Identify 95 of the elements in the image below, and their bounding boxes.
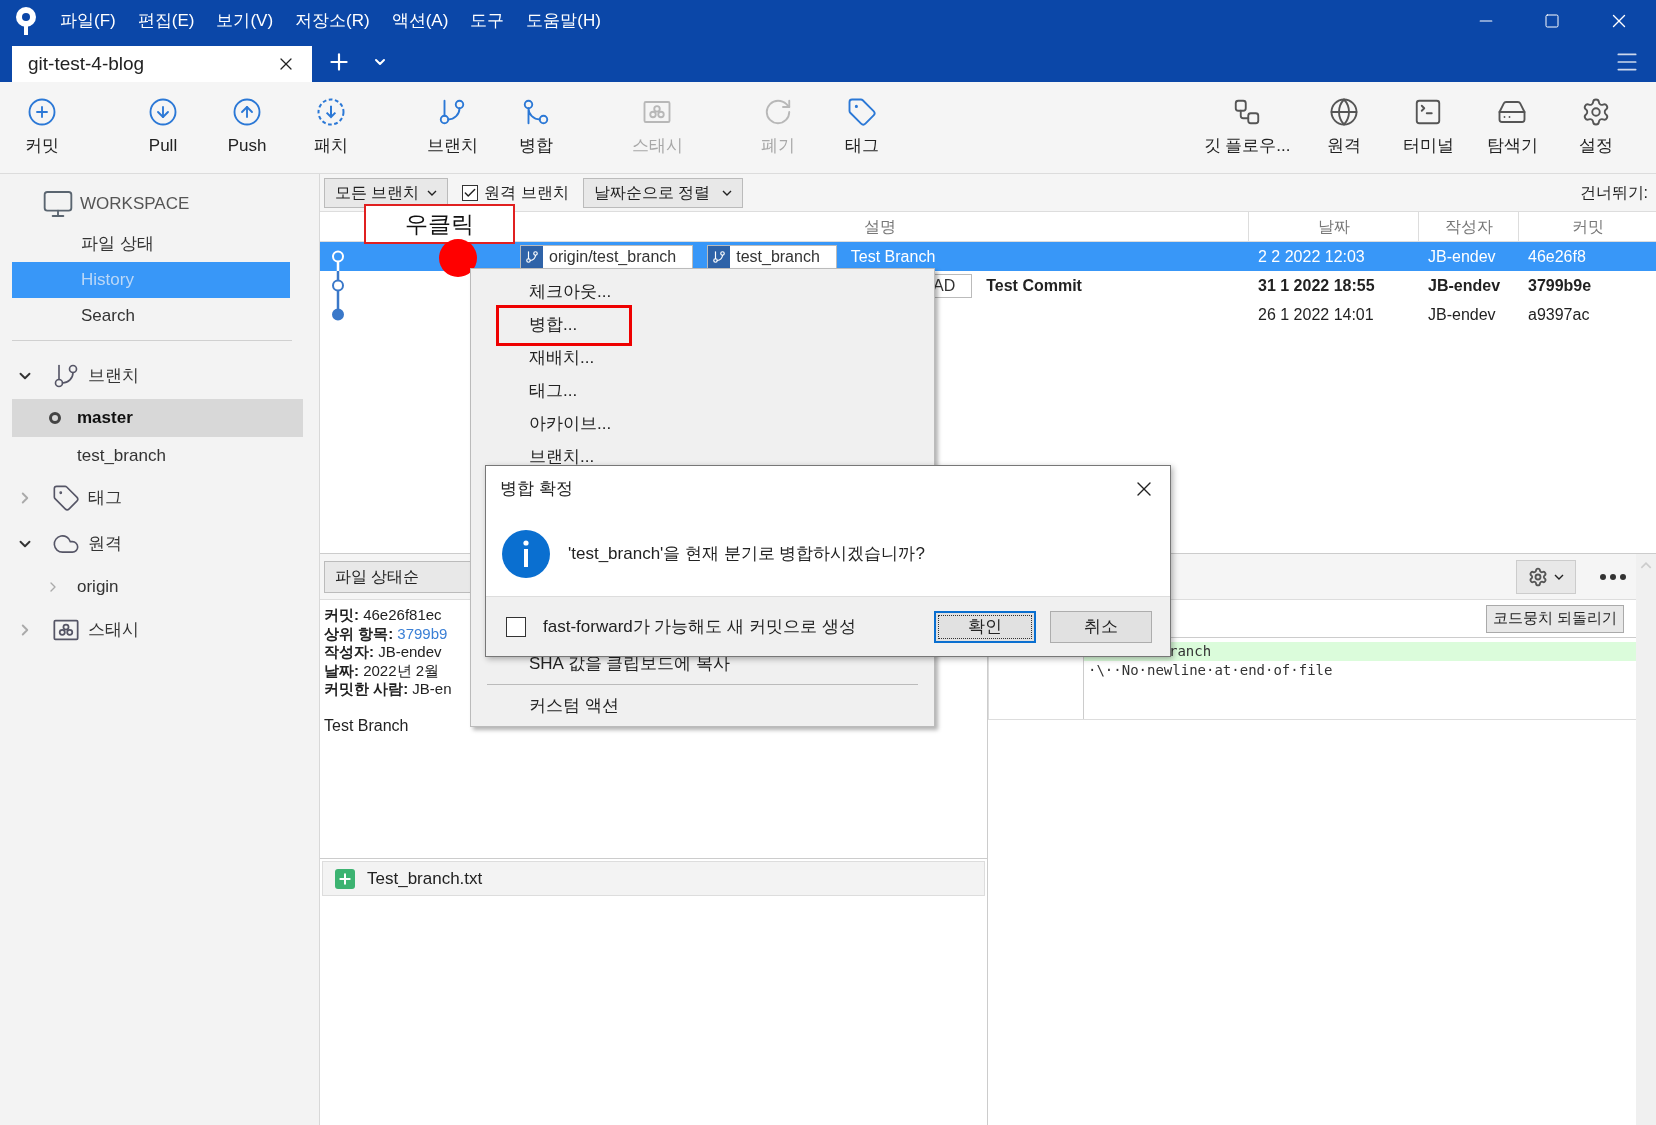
remote-branches-checkbox[interactable]: 원격 브랜치 [462,180,569,205]
toolbar-button[interactable]: 브랜치 [410,82,494,173]
toolbar-button[interactable]: 커밋 [0,82,84,173]
toolbar-button[interactable]: 패치 [289,82,373,173]
commit-author: JB-endev [1427,304,1497,325]
jump-label: 건너뛰기: [1579,182,1648,203]
caret-icon [722,189,733,196]
toolbar-button[interactable]: 탐색기 [1470,82,1554,173]
sidebar-section[interactable]: 태그 [12,475,303,521]
dialog-message: 'test_branch'을 현재 분기로 병합하시겠습니까? [568,543,925,566]
sidebar-item[interactable]: Search [12,298,290,334]
commit-date: 2 2 2022 12:03 [1257,246,1366,267]
monitor-icon [42,188,74,220]
commit-message: Test Branch [850,246,936,267]
info-icon [502,530,550,578]
commit-date: 26 1 2022 14:01 [1257,304,1375,325]
commit-author: JB-endev [1427,275,1502,296]
commit-hash: 3799b9e [1527,275,1593,296]
globe-icon [1329,96,1359,127]
settings-icon [1581,96,1611,127]
branch-item[interactable]: test_branch [12,437,303,475]
caret-icon [1554,573,1564,580]
column-header[interactable]: 커밋 [1571,214,1604,239]
branch-icon [52,362,80,390]
ref-tag: origin/test_branch [520,244,694,269]
logo-icon [14,6,38,36]
commit-row[interactable]: origin/test_branch test_branch Test Branch 2 2 2022 12:03 JB-endev 46e26f8 [320,242,1656,271]
menu-item[interactable]: 저장소(R) [295,8,370,34]
dialog-title: 병합 확정 [500,478,574,501]
menu-item[interactable]: 태그... [471,374,934,407]
sidebar-section[interactable]: 원격 [12,521,303,567]
commit-message: Test Commit [986,275,1082,296]
section-title: WORKSPACE [80,193,190,216]
branch-icon [525,249,539,264]
commit-detail: 상위 항목: 3799b9 [324,624,448,643]
branch-item[interactable]: master [12,399,303,437]
up-arrow-circle-icon [232,96,262,127]
file-item[interactable]: Test_branch.txt [322,861,985,896]
commit-detail: 커밋: 46e26f81ec [324,606,442,625]
commit-date: 31 1 2022 18:55 [1257,275,1376,296]
scrollbar[interactable] [1636,554,1656,1125]
tag-icon [52,484,80,512]
menu-item[interactable]: 도움말(H) [526,8,601,34]
sidebar-section[interactable]: 브랜치 [12,353,303,399]
toolbar-button[interactable]: 터미널 [1386,82,1470,173]
menu-item[interactable]: 커스텀 액션 [471,689,934,722]
commit-author: JB-endev [1427,246,1497,267]
toolbar-button[interactable]: 설정 [1554,82,1638,173]
commit-detail: 날짜: 2022년 2월 [324,661,440,680]
menu-item[interactable]: 병합... [471,308,934,341]
menu-item[interactable]: 파일(F) [60,8,116,34]
branch-icon [712,249,727,264]
maximize-icon[interactable] [1544,13,1560,29]
checkbox[interactable] [506,616,526,637]
checkbox-label: fast-forward가 가능해도 새 커밋으로 생성 [543,615,857,638]
sidebar-item[interactable]: 파일 상태 [12,226,290,262]
toolbar-button[interactable]: 태그 [820,82,904,173]
menu-item[interactable]: 보기(V) [216,8,274,34]
menu-item[interactable]: 액션(A) [391,8,449,34]
commit-detail: 작성자: JB-endev [324,643,442,662]
commit-detail: 커밋한 사람: JB-en [324,680,452,699]
commit-body: Test Branch [324,716,410,735]
sort-dropdown[interactable]: 날짜순으로 정렬 [582,177,744,208]
menu-item[interactable]: 도구 [470,8,505,34]
remote-item[interactable]: origin [12,567,303,607]
revert-hunk-button[interactable]: 코드뭉치 되돌리기 [1485,604,1624,633]
menu-item[interactable]: 재배치... [471,341,934,374]
sidebar-section[interactable]: 스태시 [12,607,303,653]
diff-line: ·\··No·newline·at·end·of·file [1087,661,1334,680]
toolbar-button[interactable]: Pull [121,82,205,173]
toolbar-button[interactable]: 병합 [494,82,578,173]
callout-tooltip: 우클릭 [364,204,515,244]
caret-icon [427,189,438,196]
repo-tab[interactable]: git-test-4-blog [12,46,312,82]
plus-circle-icon [27,96,57,127]
down-arrow-circle-icon [148,96,178,127]
menu-item[interactable]: 아카이브... [471,407,934,440]
commit-hash: 46e26f8 [1527,246,1587,267]
column-header[interactable]: 설명 [863,214,896,239]
toolbar-button[interactable]: 원격 [1302,82,1386,173]
tag-icon [847,96,877,127]
more-icon[interactable] [1600,573,1626,580]
dialog-button[interactable]: 확인 [934,610,1036,643]
settings-dropdown[interactable] [1516,559,1576,594]
ref-tag: test_branch [707,244,837,269]
commit-hash: a9397ac [1527,304,1591,325]
dialog-button[interactable]: 취소 [1050,610,1152,643]
column-header[interactable]: 날짜 [1317,214,1350,239]
column-header[interactable]: 작성자 [1444,214,1493,239]
toolbar-button[interactable]: 깃 플로우... [1192,82,1302,173]
menu-item[interactable]: 편집(E) [137,8,195,34]
settings-icon [1528,566,1548,587]
toolbar-button[interactable]: Push [205,82,289,173]
branch-filter-dropdown[interactable]: 모든 브랜치 [324,177,449,208]
current-branch-icon [48,412,61,424]
